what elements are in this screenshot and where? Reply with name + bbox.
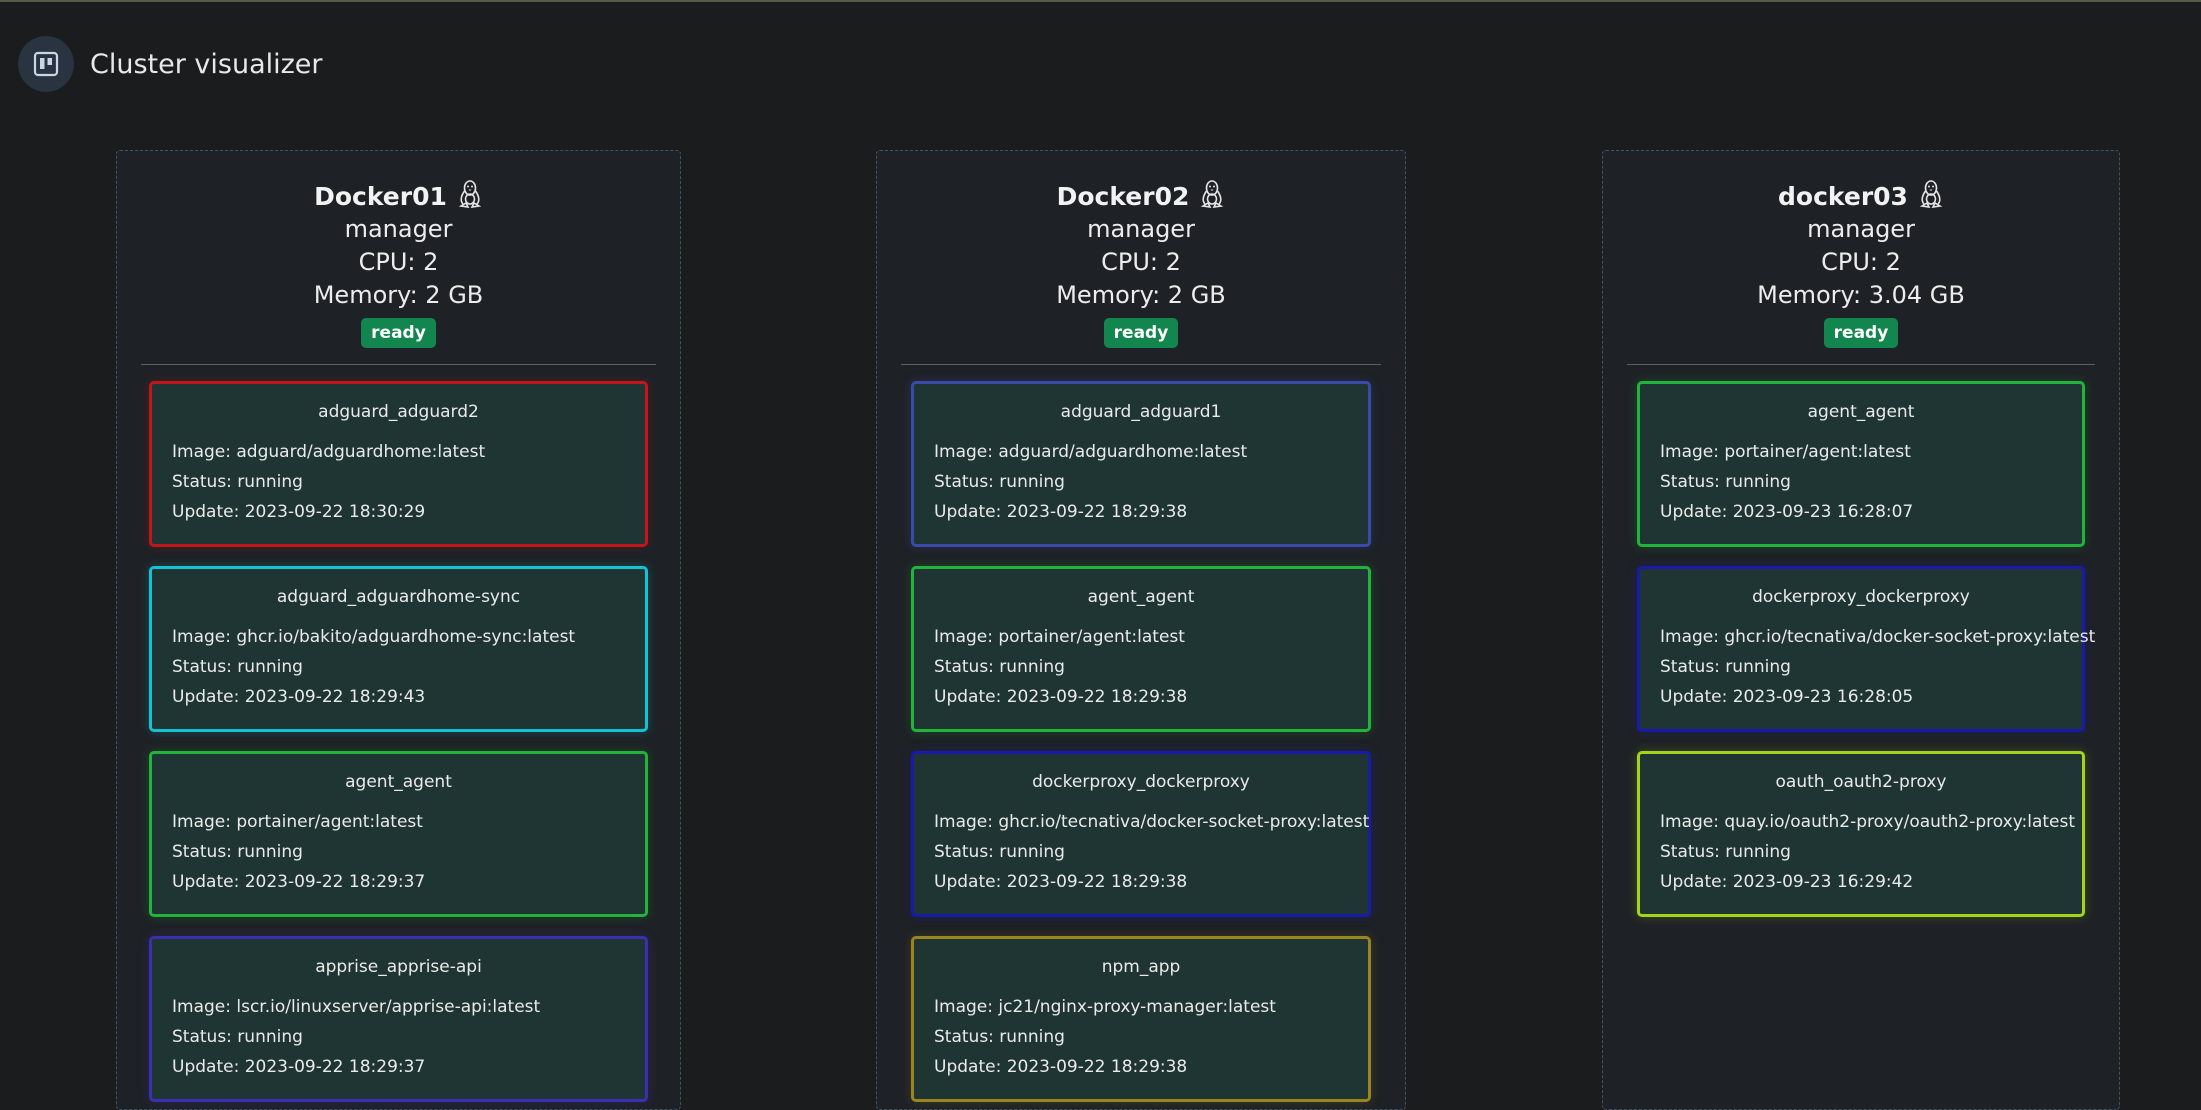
service-name: dockerproxy_dockerproxy <box>1752 587 1970 607</box>
service-update: Update: 2023-09-22 18:29:38 <box>934 872 1188 892</box>
linux-icon <box>1918 179 1944 214</box>
service-update: Update: 2023-09-22 18:29:38 <box>934 1057 1188 1077</box>
service-name: agent_agent <box>1807 402 1915 422</box>
service-update: Update: 2023-09-23 16:29:42 <box>1660 872 1914 892</box>
node-memory: Memory: 2 GB <box>313 281 484 309</box>
service-image: Image: portainer/agent:latest <box>1660 442 1911 462</box>
service-name: oauth_oauth2-proxy <box>1775 772 1947 792</box>
service-update: Update: 2023-09-22 18:29:37 <box>172 872 426 892</box>
service-update: Update: 2023-09-22 18:30:29 <box>172 502 426 522</box>
service-card[interactable]: agent_agent Image: portainer/agent:lates… <box>149 751 648 917</box>
service-name: adguard_adguard1 <box>1060 402 1222 422</box>
service-card[interactable]: npm_app Image: jc21/nginx-proxy-manager:… <box>911 936 1371 1102</box>
service-update: Update: 2023-09-23 16:28:05 <box>1660 687 1914 707</box>
service-name: agent_agent <box>345 772 452 792</box>
service-image: Image: portainer/agent:latest <box>934 627 1185 647</box>
node-role: manager <box>344 215 453 243</box>
service-card[interactable]: dockerproxy_dockerproxy Image: ghcr.io/t… <box>911 751 1371 917</box>
service-name: apprise_apprise-api <box>315 957 482 977</box>
node-name: docker03 <box>1778 181 1908 211</box>
service-status: Status: running <box>1660 842 1791 862</box>
node-cpu: CPU: 2 <box>358 248 439 276</box>
app-header: Cluster visualizer <box>18 36 323 92</box>
service-update: Update: 2023-09-22 18:29:38 <box>934 502 1188 522</box>
node-memory: Memory: 2 GB <box>1056 281 1226 309</box>
service-list: adguard_adguard2 Image: adguard/adguardh… <box>117 365 680 1102</box>
service-image: Image: quay.io/oauth2-proxy/oauth2-proxy… <box>1660 812 2076 832</box>
service-status: Status: running <box>934 472 1065 492</box>
service-image: Image: ghcr.io/bakito/adguardhome-sync:l… <box>172 627 576 647</box>
linux-icon <box>457 179 483 214</box>
service-card[interactable]: adguard_adguard1 Image: adguard/adguardh… <box>911 381 1371 547</box>
status-badge: ready <box>1823 318 1899 348</box>
service-list: agent_agent Image: portainer/agent:lates… <box>1603 365 2119 917</box>
service-image: Image: portainer/agent:latest <box>172 812 423 832</box>
service-name: npm_app <box>1101 957 1181 977</box>
page-title: Cluster visualizer <box>90 48 323 80</box>
service-status: Status: running <box>172 472 303 492</box>
service-update: Update: 2023-09-23 16:28:07 <box>1660 502 1914 522</box>
node-role: manager <box>1807 215 1915 243</box>
linux-icon <box>1199 179 1225 214</box>
service-status: Status: running <box>934 842 1065 862</box>
service-card[interactable]: agent_agent Image: portainer/agent:lates… <box>911 566 1371 732</box>
service-card[interactable]: dockerproxy_dockerproxy Image: ghcr.io/t… <box>1637 566 2096 732</box>
service-card[interactable]: oauth_oauth2-proxy Image: quay.io/oauth2… <box>1637 751 2085 917</box>
board-icon[interactable] <box>18 36 74 92</box>
service-name: dockerproxy_dockerproxy <box>1032 772 1250 792</box>
service-list: adguard_adguard1 Image: adguard/adguardh… <box>877 365 1405 1102</box>
top-border <box>0 0 2201 2</box>
node-card: Docker01 manager CPU: 2 Memory: 2 GB rea… <box>116 150 681 1110</box>
service-image: Image: adguard/adguardhome:latest <box>934 442 1248 462</box>
service-status: Status: running <box>172 1027 303 1047</box>
service-name: adguard_adguardhome-sync <box>276 587 521 607</box>
service-card[interactable]: adguard_adguardhome-sync Image: ghcr.io/… <box>149 566 648 732</box>
service-update: Update: 2023-09-22 18:29:43 <box>172 687 426 707</box>
node-name: Docker02 <box>1056 181 1190 211</box>
service-card[interactable]: apprise_apprise-api Image: lscr.io/linux… <box>149 936 648 1102</box>
node-name: Docker01 <box>314 181 447 211</box>
node-cpu: CPU: 2 <box>1821 248 1901 276</box>
status-badge: ready <box>1103 318 1179 348</box>
service-name: agent_agent <box>1087 587 1195 607</box>
node-card: Docker02 manager CPU: 2 Memory: 2 GB rea… <box>876 150 1406 1110</box>
service-status: Status: running <box>1660 657 1791 677</box>
service-name: adguard_adguard2 <box>318 402 479 422</box>
service-card[interactable]: agent_agent Image: portainer/agent:lates… <box>1637 381 2085 547</box>
service-update: Update: 2023-09-22 18:29:37 <box>172 1057 426 1077</box>
service-image: Image: ghcr.io/tecnativa/docker-socket-p… <box>1660 627 2096 647</box>
service-status: Status: running <box>172 657 303 677</box>
service-image: Image: lscr.io/linuxserver/apprise-api:l… <box>172 997 541 1017</box>
status-badge: ready <box>361 318 436 348</box>
service-card[interactable]: adguard_adguard2 Image: adguard/adguardh… <box>149 381 648 547</box>
service-status: Status: running <box>934 1027 1065 1047</box>
service-status: Status: running <box>934 657 1065 677</box>
service-image: Image: adguard/adguardhome:latest <box>172 442 486 462</box>
service-image: Image: jc21/nginx-proxy-manager:latest <box>934 997 1276 1017</box>
node-memory: Memory: 3.04 GB <box>1757 281 1965 309</box>
node-card: docker03 manager CPU: 2 Memory: 3.04 GB … <box>1602 150 2120 1110</box>
service-status: Status: running <box>1660 472 1791 492</box>
node-cpu: CPU: 2 <box>1101 248 1181 276</box>
service-status: Status: running <box>172 842 303 862</box>
node-role: manager <box>1087 215 1195 243</box>
service-update: Update: 2023-09-22 18:29:38 <box>934 687 1188 707</box>
service-image: Image: ghcr.io/tecnativa/docker-socket-p… <box>934 812 1370 832</box>
